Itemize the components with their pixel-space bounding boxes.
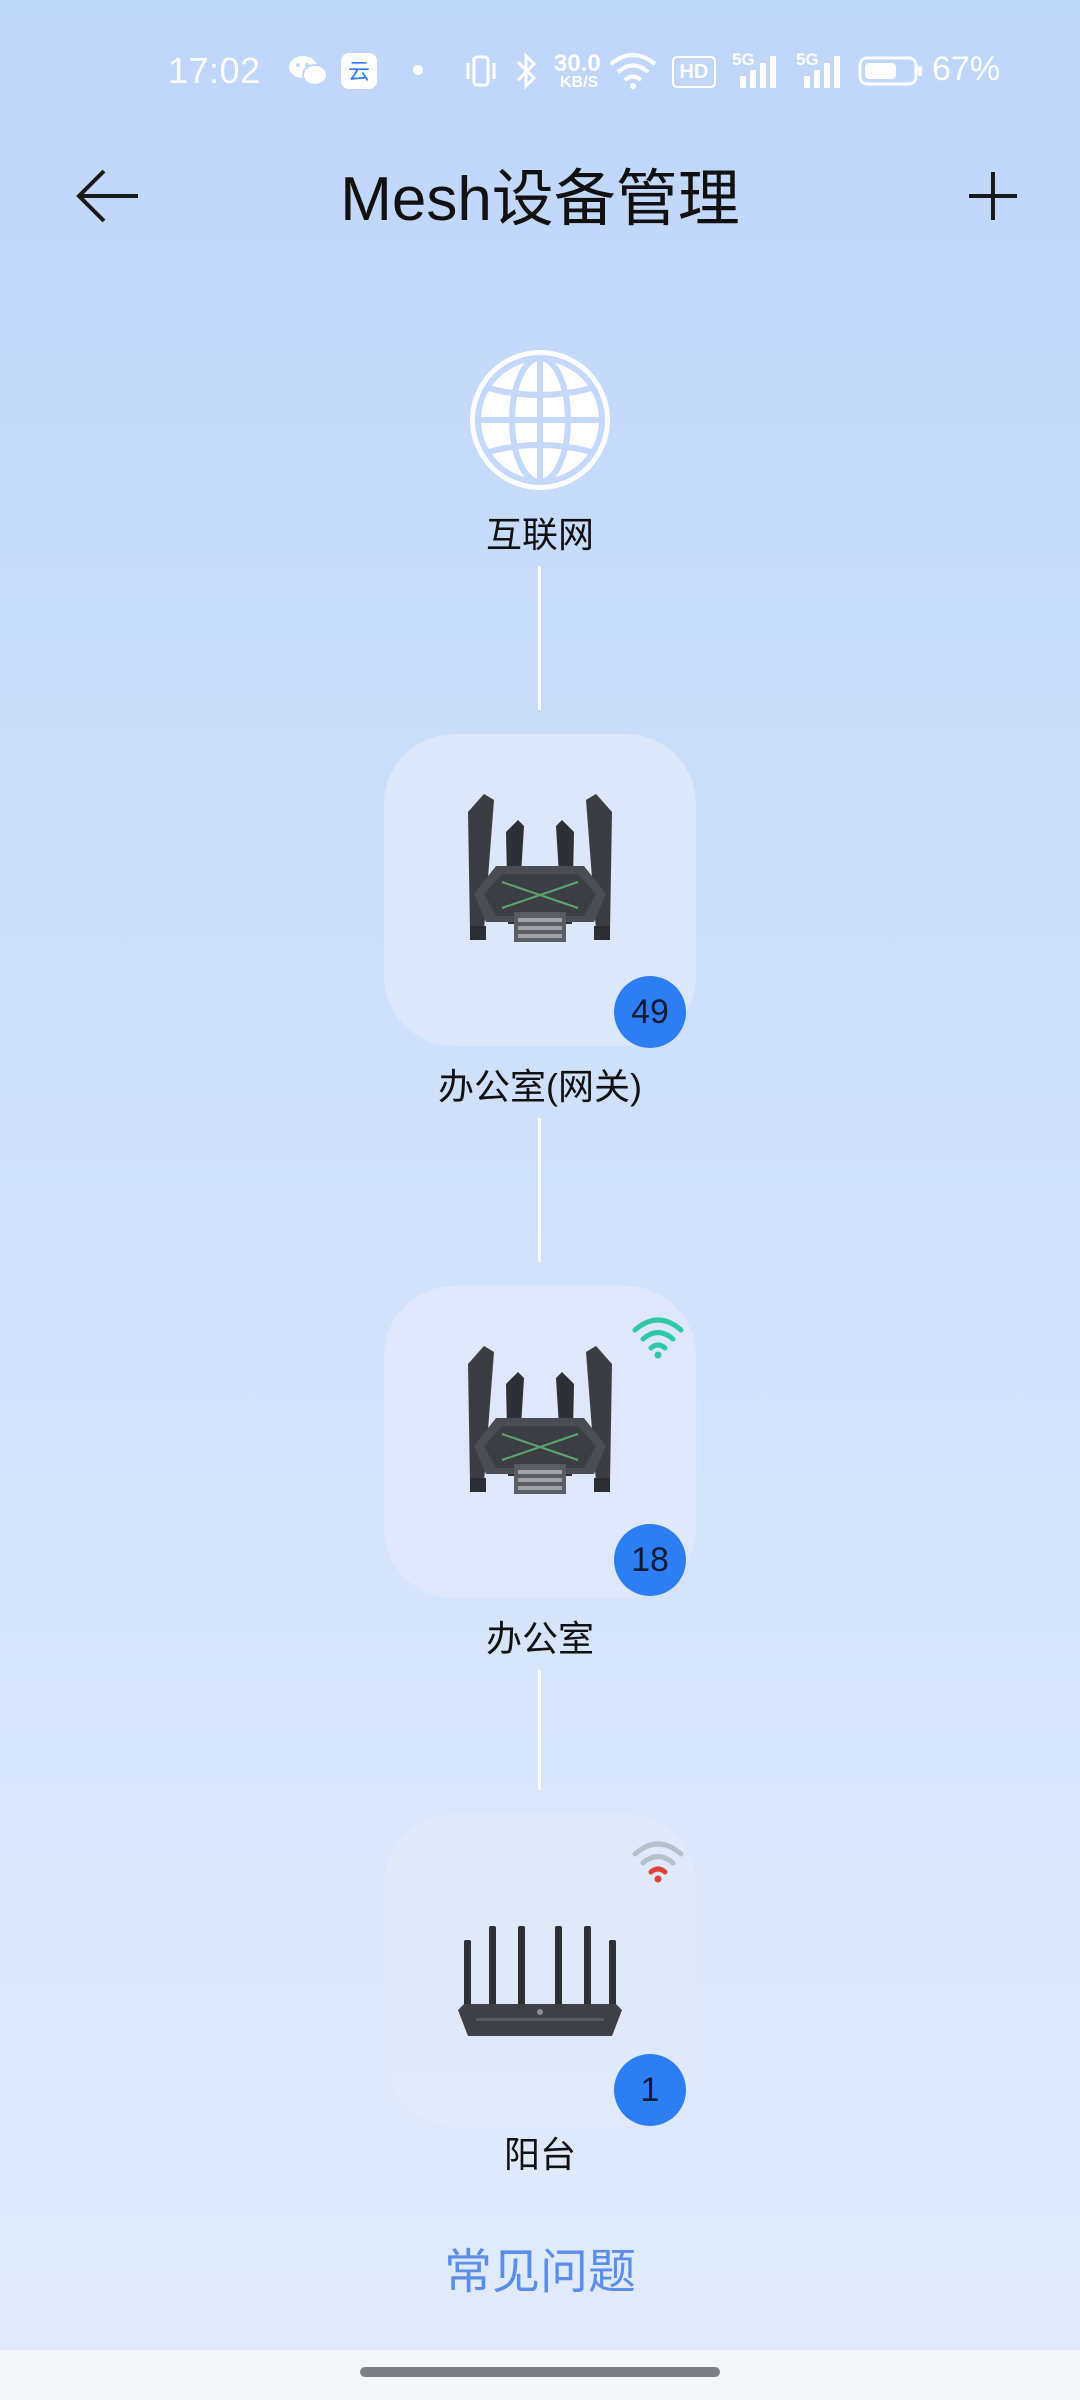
signal-icon [804, 56, 840, 88]
connector-line [538, 1670, 541, 1790]
battery-icon [858, 56, 922, 86]
wifi-icon [609, 53, 657, 89]
vibrate-icon [466, 55, 496, 87]
page-title: Mesh设备管理 [340, 165, 740, 234]
network-speed-unit: KB/S [560, 74, 599, 91]
mesh-node-card-office[interactable]: 18 [384, 1286, 696, 1598]
status-time: 17:02 [168, 50, 261, 91]
mesh-node-card-gateway[interactable]: 49 [384, 734, 696, 1048]
bluetooth-icon [516, 52, 537, 90]
hd-label: HD [679, 61, 709, 83]
wechat-icon [289, 56, 328, 86]
home-indicator[interactable] [360, 2367, 720, 2377]
signal-icon [740, 56, 776, 88]
plus-icon [969, 172, 1017, 220]
mesh-node-card-balcony[interactable]: 1 [384, 1814, 696, 2126]
add-device-button[interactable] [950, 150, 1030, 230]
globe-icon [470, 350, 610, 490]
node-label: 阳台 [503, 2134, 576, 2175]
hd-icon: HD [672, 56, 716, 88]
dot-icon [413, 65, 423, 75]
faq-link[interactable]: 常见问题 [0, 2232, 1080, 2302]
connector-line [538, 1118, 541, 1262]
connected-devices-badge: 18 [614, 1524, 686, 1596]
connected-devices-badge: 49 [614, 976, 686, 1048]
battery-percent: 67% [932, 50, 1001, 88]
svg-text:云: 云 [348, 60, 370, 85]
connector-line [538, 566, 541, 710]
node-label: 办公室(网关) [438, 1066, 642, 1107]
node-label: 办公室 [485, 1618, 594, 1659]
wifi-weak-icon [632, 1841, 684, 1883]
app-header: Mesh设备管理 [0, 140, 1080, 240]
internet-label: 互联网 [485, 514, 594, 555]
status-bar: 17:02 云 30.0 KB/S HD 5G 5G 67% [0, 0, 1080, 140]
app-notification-icon: 云 [341, 53, 377, 89]
connected-devices-badge: 1 [614, 2054, 686, 2126]
wifi-strong-icon [632, 1317, 684, 1359]
